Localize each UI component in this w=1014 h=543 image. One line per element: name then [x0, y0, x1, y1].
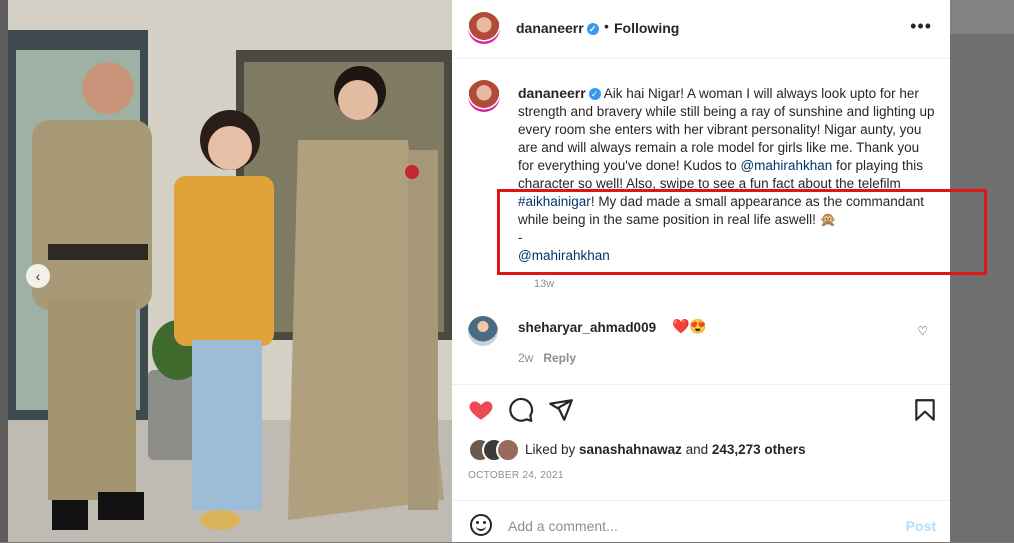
comment-item: sheharyar_ahmad009 ❤️😍 2w Reply ♡ — [468, 316, 938, 376]
caption-avatar[interactable] — [468, 80, 500, 112]
backdrop-left — [0, 0, 8, 542]
comment-icon[interactable] — [508, 397, 534, 423]
reply-button[interactable]: Reply — [543, 351, 576, 365]
commenter-username[interactable]: sheharyar_ahmad009 — [518, 320, 656, 335]
carousel-prev-icon[interactable]: ‹ — [26, 264, 50, 288]
comment-input[interactable]: Add a comment... — [508, 518, 618, 534]
likes-text[interactable]: Liked by sanashahnawaz and 243,273 other… — [525, 442, 806, 457]
highlight-annotation-box — [497, 189, 987, 275]
caption-age: 13w — [534, 278, 555, 290]
comment-meta: 2w Reply — [518, 351, 576, 365]
like-heart-icon[interactable] — [468, 397, 494, 423]
commenter-avatar[interactable] — [468, 316, 498, 346]
more-options-icon[interactable]: ••• — [910, 16, 932, 37]
likes-middle: and — [681, 442, 712, 457]
save-icon[interactable] — [912, 397, 938, 423]
backdrop-bar — [950, 0, 1014, 34]
following-button[interactable]: Following — [614, 20, 679, 36]
author-username[interactable]: dananeerr ✓ — [516, 20, 599, 36]
caption-username[interactable]: dananeerr — [518, 85, 586, 101]
post-button[interactable]: Post — [906, 518, 936, 534]
photo-illustration — [8, 0, 452, 542]
comment-text: ❤️😍 — [672, 318, 707, 334]
mention-link[interactable]: @mahirahkhan — [740, 158, 832, 173]
likes-user[interactable]: sanashahnawaz — [579, 442, 682, 457]
emoji-icon[interactable] — [470, 514, 492, 536]
likes-row: Liked by sanashahnawaz and 243,273 other… — [468, 438, 938, 462]
action-bar — [452, 384, 950, 437]
verified-icon: ✓ — [588, 88, 601, 101]
post-photo[interactable]: ‹ — [8, 0, 452, 542]
add-comment-bar: Add a comment... Post — [452, 500, 950, 543]
likes-count[interactable]: 243,273 others — [712, 442, 806, 457]
likes-prefix: Liked by — [525, 442, 580, 457]
liker-avatar[interactable] — [496, 438, 520, 462]
post-header: dananeerr ✓ • Following ••• — [452, 0, 950, 59]
post-date: OCTOBER 24, 2021 — [468, 470, 564, 481]
comment-age: 2w — [518, 351, 534, 365]
verified-icon: ✓ — [586, 23, 599, 36]
author-avatar[interactable] — [468, 12, 500, 44]
share-icon[interactable] — [548, 397, 574, 423]
comment-like-icon[interactable]: ♡ — [917, 324, 928, 338]
separator-dot: • — [604, 18, 609, 34]
